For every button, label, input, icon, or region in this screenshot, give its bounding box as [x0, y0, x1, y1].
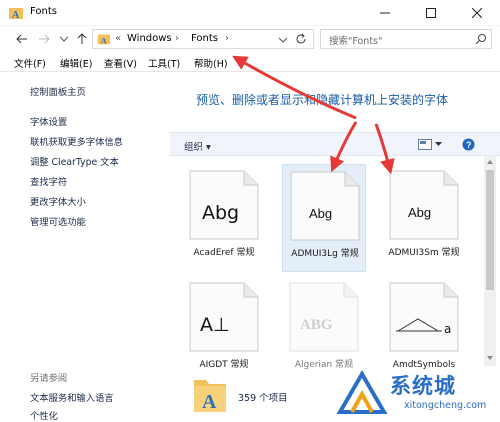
organize-button[interactable]: 组织 ▾: [184, 139, 211, 153]
font-preview-text: ABG: [300, 317, 333, 333]
breadcrumb-overflow[interactable]: «: [115, 33, 121, 44]
view-icon: [418, 139, 432, 150]
font-file-icon: Abg: [290, 171, 360, 241]
menu-edit[interactable]: 编辑(E): [60, 56, 92, 70]
page-title: 预览、删除或者显示和隐藏计算机上安装的字体: [196, 93, 449, 107]
window-title: Fonts: [30, 6, 57, 17]
font-preview-text: Abg: [202, 202, 239, 224]
title-bar: A Fonts: [0, 0, 500, 26]
menu-view[interactable]: 查看(V): [104, 56, 137, 70]
close-icon: [472, 8, 482, 18]
text-services-link[interactable]: 文本服务和输入语言: [30, 390, 114, 404]
svg-text:A: A: [101, 35, 108, 45]
arrow-left-icon: [16, 34, 27, 44]
help-icon: ?: [462, 138, 475, 151]
find-character-link[interactable]: 查找字符: [30, 174, 67, 188]
adjust-cleartype-link[interactable]: 调整 ClearType 文本: [30, 154, 119, 168]
help-button[interactable]: ?: [462, 138, 475, 151]
breadcrumb-separator: ›: [175, 33, 179, 44]
font-name-label: ADMUI3Lg 常规: [291, 249, 359, 259]
watermark: 系统城 xitongcheng.com: [334, 368, 500, 419]
font-file-icon: A⊥: [189, 282, 259, 352]
breadcrumb-windows[interactable]: Windows: [127, 33, 172, 44]
font-name-label: ADMUI3Sm 常规: [388, 248, 460, 258]
menu-tools[interactable]: 工具(T): [148, 56, 180, 70]
address-bar[interactable]: A « Windows › Fonts ›: [92, 29, 314, 49]
change-font-size-link[interactable]: 更改字体大小: [30, 194, 86, 208]
forward-button[interactable]: [36, 31, 52, 47]
close-button[interactable]: [454, 0, 500, 26]
font-file-icon: a: [389, 282, 459, 352]
recent-locations-button[interactable]: [56, 31, 72, 47]
refresh-icon: [296, 33, 306, 44]
font-file-icon: Abg: [189, 170, 259, 240]
breadcrumb-separator: ›: [225, 33, 229, 44]
up-button[interactable]: [74, 31, 90, 47]
search-icon: [475, 33, 487, 45]
address-dropdown-button[interactable]: [279, 37, 287, 43]
minimize-icon: [380, 12, 390, 14]
watermark-url: xitongcheng.com: [404, 400, 487, 411]
chevron-down-icon: [60, 36, 68, 42]
menu-file[interactable]: 文件(F): [14, 56, 46, 70]
font-file-icon: Abg: [389, 170, 459, 240]
manage-optional-features-link[interactable]: 管理可选功能: [30, 214, 86, 228]
chevron-down-icon: [279, 37, 287, 43]
change-view-button[interactable]: [418, 139, 442, 150]
command-bar: 组织 ▾ ?: [170, 132, 500, 156]
font-preview-text: A⊥: [200, 314, 230, 336]
refresh-button[interactable]: [295, 33, 307, 45]
chevron-down-icon: [435, 142, 442, 146]
navigation-row: A « Windows › Fonts › 搜索"Fonts": [0, 26, 500, 52]
left-panel: 控制面板主页 字体设置 联机获取更多字体信息 调整 ClearType 文本 查…: [0, 72, 170, 422]
item-count: 359 个项目: [238, 393, 288, 404]
font-preview-text: Abg: [309, 206, 332, 221]
get-font-info-online-link[interactable]: 联机获取更多字体信息: [30, 134, 123, 148]
arrow-up-icon: [77, 33, 87, 44]
personalization-link[interactable]: 个性化: [30, 408, 58, 422]
font-tile-admui3sm[interactable]: Abg ADMUI3Sm 常规: [382, 164, 466, 272]
font-preview-text: a: [444, 322, 451, 336]
back-button[interactable]: [14, 31, 30, 47]
fonts-folder-icon: A: [97, 32, 111, 46]
search-placeholder: 搜索"Fonts": [329, 36, 383, 47]
fonts-folder-icon: A: [8, 5, 24, 21]
control-panel-home-link[interactable]: 控制面板主页: [30, 84, 86, 98]
vertical-scrollbar[interactable]: [484, 156, 496, 366]
font-tile-admui3lg[interactable]: Abg ADMUI3Lg 常规: [282, 164, 366, 272]
breadcrumb-fonts[interactable]: Fonts: [191, 33, 218, 44]
minimize-button[interactable]: [362, 0, 408, 26]
fonts-folder-large-icon: A: [192, 374, 228, 414]
search-input[interactable]: 搜索"Fonts": [320, 29, 492, 49]
font-settings-link[interactable]: 字体设置: [30, 114, 67, 128]
svg-text:A: A: [202, 391, 217, 413]
font-tile-acaderef[interactable]: Abg AcadEref 常规: [182, 164, 266, 272]
watermark-logo-icon: [336, 370, 388, 414]
maximize-icon: [426, 8, 436, 18]
maximize-button[interactable]: [408, 0, 454, 26]
font-file-icon: ABG: [289, 282, 359, 352]
see-also-heading: 另请参阅: [30, 373, 68, 384]
svg-text:?: ?: [466, 140, 472, 150]
svg-text:A: A: [12, 10, 20, 21]
menu-help[interactable]: 帮助(H): [194, 56, 228, 70]
font-name-label: AcadEref 常规: [193, 248, 255, 258]
watermark-name: 系统城: [390, 374, 456, 398]
main-panel: 预览、删除或者显示和隐藏计算机上安装的字体 组织 ▾ ? Abg AcadEre…: [170, 72, 500, 419]
font-tile-aigdt[interactable]: A⊥ AIGDT 常规: [182, 276, 266, 384]
arrow-right-icon: [39, 34, 50, 44]
menu-bar: 文件(F) 编辑(E) 查看(V) 工具(T) 帮助(H): [0, 52, 500, 72]
font-preview-text: Abg: [408, 205, 431, 220]
